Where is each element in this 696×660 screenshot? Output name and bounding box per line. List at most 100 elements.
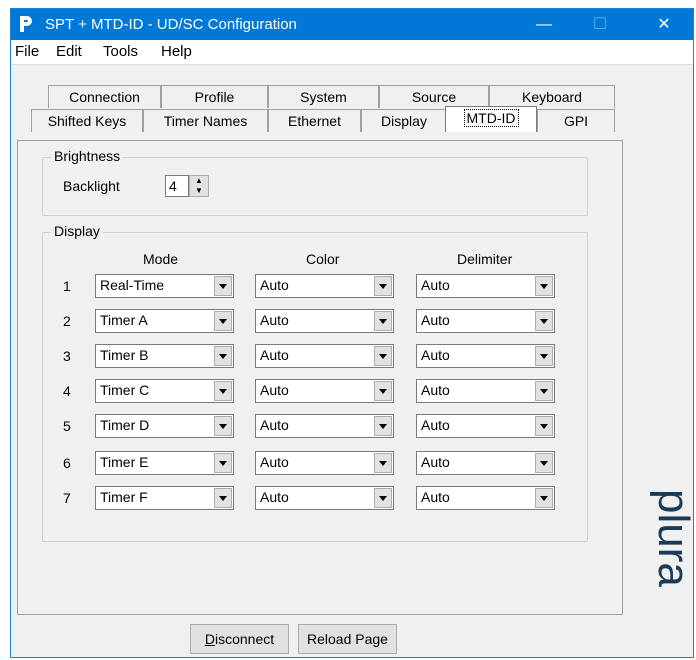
tab-ethernet[interactable]: Ethernet xyxy=(268,109,361,132)
delimiter-select-value: Auto xyxy=(421,417,450,433)
backlight-label: Backlight xyxy=(63,178,120,194)
delimiter-select-5[interactable]: Auto xyxy=(416,414,555,438)
menu-file[interactable]: File xyxy=(15,43,39,60)
chevron-down-icon[interactable] xyxy=(374,346,392,366)
delimiter-select-7[interactable]: Auto xyxy=(416,486,555,510)
chevron-down-icon[interactable] xyxy=(374,276,392,296)
menu-tools[interactable]: Tools xyxy=(103,43,138,60)
delimiter-select-3[interactable]: Auto xyxy=(416,344,555,368)
brightness-group: Brightness Backlight 4 ▲ ▼ xyxy=(42,148,588,216)
display-group: Display Mode Color Delimiter 1 Real-Time A… xyxy=(42,223,588,542)
disconnect-rest: isconnect xyxy=(214,631,275,647)
color-select-3[interactable]: Auto xyxy=(255,344,394,368)
chevron-down-icon[interactable] xyxy=(214,488,232,508)
chevron-down-icon[interactable] xyxy=(214,416,232,436)
maximize-button[interactable]: ☐ xyxy=(577,9,623,40)
row-number: 2 xyxy=(63,313,71,329)
chevron-down-icon[interactable] xyxy=(535,488,553,508)
color-select-5[interactable]: Auto xyxy=(255,414,394,438)
delimiter-select-value: Auto xyxy=(421,489,450,505)
tab-timer-names[interactable]: Timer Names xyxy=(143,109,268,132)
chevron-down-icon[interactable] xyxy=(214,453,232,473)
chevron-down-icon[interactable] xyxy=(214,276,232,296)
tab-connection[interactable]: Connection xyxy=(48,85,161,108)
mode-select-value: Timer E xyxy=(100,454,149,470)
chevron-down-icon[interactable] xyxy=(374,416,392,436)
title-bar[interactable]: SPT + MTD-ID - UD/SC Configuration — ☐ ✕ xyxy=(11,9,693,40)
mode-select-3[interactable]: Timer B xyxy=(95,344,234,368)
menu-help[interactable]: Help xyxy=(161,43,192,60)
disconnect-button[interactable]: Disconnect xyxy=(190,624,289,654)
window-title: SPT + MTD-ID - UD/SC Configuration xyxy=(45,16,297,33)
chevron-down-icon[interactable] xyxy=(535,346,553,366)
tab-profile[interactable]: Profile xyxy=(161,85,268,108)
tab-keyboard[interactable]: Keyboard xyxy=(489,85,615,108)
tab-gpi[interactable]: GPI xyxy=(537,109,615,132)
close-button[interactable]: ✕ xyxy=(641,9,687,40)
mode-select-2[interactable]: Timer A xyxy=(95,309,234,333)
chevron-down-icon[interactable] xyxy=(535,311,553,331)
mode-select-4[interactable]: Timer C xyxy=(95,379,234,403)
mode-select-5[interactable]: Timer D xyxy=(95,414,234,438)
chevron-down-icon[interactable] xyxy=(535,453,553,473)
chevron-down-icon[interactable] xyxy=(535,416,553,436)
tab-display[interactable]: Display xyxy=(361,109,447,132)
mode-select-value: Timer A xyxy=(100,312,148,328)
minimize-button[interactable]: — xyxy=(521,9,567,40)
tab-system[interactable]: System xyxy=(268,85,379,108)
tab-shifted-keys[interactable]: Shifted Keys xyxy=(31,109,143,132)
row-number: 5 xyxy=(63,418,71,434)
chevron-down-icon[interactable] xyxy=(214,346,232,366)
color-select-4[interactable]: Auto xyxy=(255,379,394,403)
mode-select-1[interactable]: Real-Time xyxy=(95,274,234,298)
mode-select-6[interactable]: Timer E xyxy=(95,451,234,475)
delimiter-select-6[interactable]: Auto xyxy=(416,451,555,475)
app-window: SPT + MTD-ID - UD/SC Configuration — ☐ ✕… xyxy=(10,8,696,658)
color-select-value: Auto xyxy=(260,417,289,433)
chevron-down-icon[interactable] xyxy=(535,381,553,401)
delimiter-select-value: Auto xyxy=(421,277,450,293)
color-select-2[interactable]: Auto xyxy=(255,309,394,333)
display-group-title: Display xyxy=(51,223,103,239)
row-number: 6 xyxy=(63,455,71,471)
mode-select-value: Timer B xyxy=(100,347,149,363)
backlight-spin-buttons: ▲ ▼ xyxy=(189,175,209,197)
delimiter-select-value: Auto xyxy=(421,454,450,470)
backlight-value[interactable]: 4 xyxy=(165,175,189,197)
menu-bar: File Edit Tools Help xyxy=(11,40,693,65)
chevron-down-icon[interactable] xyxy=(374,311,392,331)
color-select-7[interactable]: Auto xyxy=(255,486,394,510)
logo-text: plura xyxy=(649,489,696,587)
chevron-down-icon[interactable] xyxy=(374,381,392,401)
mode-select-value: Real-Time xyxy=(100,277,165,293)
row-number: 4 xyxy=(63,383,71,399)
chevron-down-icon[interactable] xyxy=(535,276,553,296)
delimiter-select-value: Auto xyxy=(421,382,450,398)
chevron-down-icon[interactable] xyxy=(214,311,232,331)
tab-mtd-id[interactable]: MTD-ID xyxy=(445,106,537,132)
tab-mtd-id-label: MTD-ID xyxy=(463,109,519,127)
row-number: 7 xyxy=(63,490,71,506)
tab-panel-mtd-id: Brightness Backlight 4 ▲ ▼ Display Mode … xyxy=(17,140,623,615)
chevron-down-icon[interactable] xyxy=(374,488,392,508)
delimiter-select-1[interactable]: Auto xyxy=(416,274,555,298)
disconnect-mnemonic: D xyxy=(204,631,215,647)
color-select-1[interactable]: Auto xyxy=(255,274,394,298)
chevron-down-icon[interactable] xyxy=(214,381,232,401)
spin-down-icon[interactable]: ▼ xyxy=(190,186,208,196)
delimiter-select-2[interactable]: Auto xyxy=(416,309,555,333)
delimiter-select-4[interactable]: Auto xyxy=(416,379,555,403)
backlight-spinner[interactable]: 4 ▲ ▼ xyxy=(165,175,211,197)
spin-up-icon[interactable]: ▲ xyxy=(190,176,208,186)
tab-source[interactable]: Source xyxy=(379,85,489,108)
brightness-group-title: Brightness xyxy=(51,148,124,164)
menu-edit[interactable]: Edit xyxy=(56,43,82,60)
color-select-value: Auto xyxy=(260,454,289,470)
reload-page-button[interactable]: Reload Page xyxy=(298,624,397,654)
chevron-down-icon[interactable] xyxy=(374,453,392,473)
color-select-6[interactable]: Auto xyxy=(255,451,394,475)
mode-select-7[interactable]: Timer F xyxy=(95,486,234,510)
color-select-value: Auto xyxy=(260,382,289,398)
delimiter-select-value: Auto xyxy=(421,347,450,363)
delimiter-select-value: Auto xyxy=(421,312,450,328)
